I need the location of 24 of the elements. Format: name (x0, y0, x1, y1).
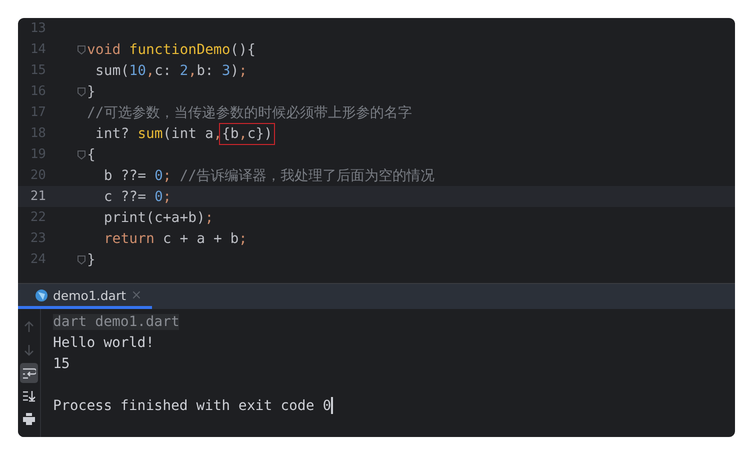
dart-icon (35, 288, 48, 302)
soft-wrap-icon[interactable] (22, 367, 36, 379)
code-line: //可选参数，当传递参数的时候必须带上形参的名字 (87, 104, 412, 122)
code-line: sum(10,c: 2,b: 3); (94, 62, 248, 78)
code-line: print(c+a+b); (102, 210, 214, 226)
code-line: { (87, 146, 96, 162)
printer-icon[interactable] (22, 413, 36, 425)
code-line: } (87, 252, 96, 268)
code-line: int? sum(int a,{b,c}) (87, 126, 272, 142)
code-line: return c + a + b; (102, 230, 248, 246)
fold-icon[interactable] (77, 86, 86, 96)
console-output: Hello world! (53, 334, 154, 350)
fold-icon[interactable] (77, 44, 86, 54)
fold-icon[interactable] (77, 254, 86, 264)
code-line: void functionDemo(){ (87, 42, 256, 58)
scroll-to-end-icon[interactable] (22, 390, 36, 402)
console-output: 15 (53, 356, 70, 372)
console-output: Process finished with exit code 0 (53, 398, 332, 414)
tab-label: demo1.dart (53, 288, 126, 302)
code-line: } (87, 84, 96, 100)
code-line: c ??= 0; (102, 188, 172, 204)
code-line: b ??= 0; //告诉编译器，我处理了后面为空的情况 (102, 166, 435, 184)
line-number: 21 (29, 189, 46, 204)
fold-icon[interactable] (77, 150, 86, 160)
